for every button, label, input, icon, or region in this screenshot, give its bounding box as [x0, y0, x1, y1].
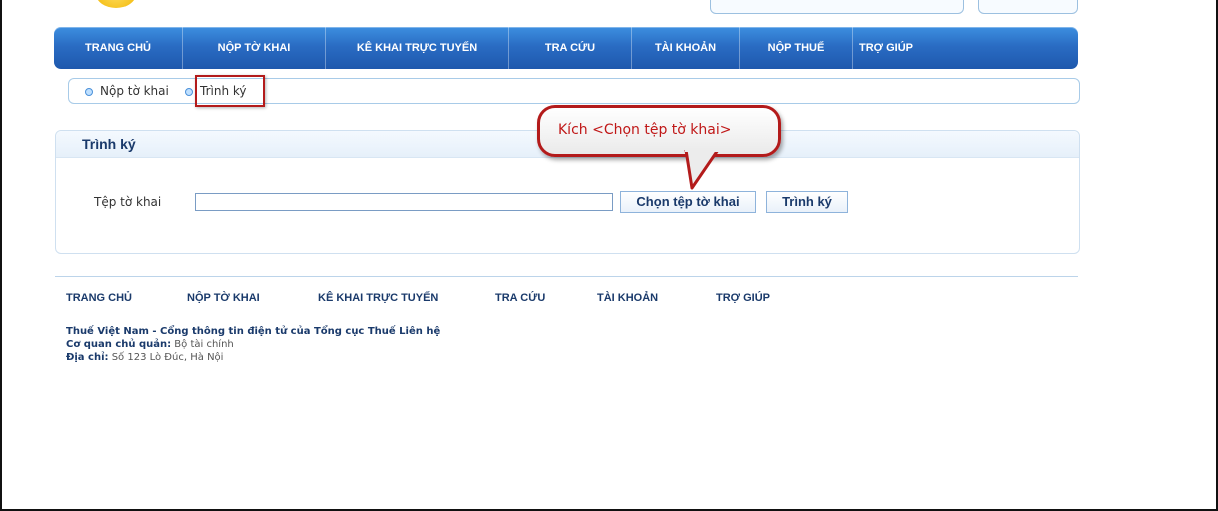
footer-link-help[interactable]: TRỢ GIÚP: [716, 292, 770, 304]
choose-file-button[interactable]: Chọn tệp tờ khai: [620, 191, 756, 213]
bullet-icon: [185, 87, 193, 96]
footer-address: Địa chỉ: Số 123 Lò Đúc, Hà Nội: [66, 352, 223, 364]
footer-link-home[interactable]: TRANG CHỦ: [66, 292, 132, 304]
breadcrumb-label: Nộp tờ khai: [100, 84, 169, 98]
footer-agency: Cơ quan chủ quản: Bộ tài chính: [66, 339, 234, 351]
footer-agency-value: Bộ tài chính: [174, 339, 234, 350]
footer-link-online-declaration[interactable]: KÊ KHAI TRỰC TUYẾN: [318, 292, 438, 304]
footer-link-submit-declaration[interactable]: NỘP TỜ KHAI: [187, 292, 260, 304]
file-field-label: Tệp tờ khai: [94, 195, 162, 209]
footer-agency-label: Cơ quan chủ quản:: [66, 339, 172, 350]
nav-item-submit-declaration[interactable]: NỘP TỜ KHAI: [183, 27, 326, 69]
footer-address-value: Số 123 Lò Đúc, Hà Nội: [111, 352, 224, 363]
nav-item-lookup[interactable]: TRA CỨU: [509, 27, 632, 69]
footer-link-account[interactable]: TÀI KHOẢN: [597, 292, 658, 304]
top-search-input[interactable]: [710, 0, 964, 14]
footer-divider: [55, 276, 1078, 277]
bullet-icon: [85, 87, 93, 96]
footer-info-line: Thuế Việt Nam - Cổng thông tin điện tử c…: [66, 326, 441, 337]
file-path-input[interactable]: [195, 193, 613, 211]
sign-button[interactable]: Trình ký: [766, 191, 848, 213]
nav-item-help[interactable]: TRỢ GIÚP: [853, 27, 919, 69]
screenshot-frame: [0, 0, 1218, 511]
callout-tail-icon: [684, 150, 721, 190]
footer-link-lookup[interactable]: TRA CỨU: [495, 292, 545, 304]
panel-title: Trình ký: [82, 136, 136, 152]
callout-text: Kích <Chọn tệp tờ khai>: [558, 122, 732, 138]
footer-address-label: Địa chỉ:: [66, 352, 109, 363]
breadcrumb-item-submit[interactable]: Nộp tờ khai: [85, 83, 169, 99]
breadcrumb-highlight-box: [195, 75, 265, 107]
nav-item-account[interactable]: TÀI KHOẢN: [632, 27, 740, 69]
nav-item-online-declaration[interactable]: KÊ KHAI TRỰC TUYẾN: [326, 27, 509, 69]
nav-item-home[interactable]: TRANG CHỦ: [54, 27, 183, 69]
main-nav: TRANG CHỦ NỘP TỜ KHAI KÊ KHAI TRỰC TUYẾN…: [54, 27, 1078, 69]
top-login-button[interactable]: [978, 0, 1078, 14]
nav-item-pay-tax[interactable]: NỘP THUẾ: [740, 27, 853, 69]
